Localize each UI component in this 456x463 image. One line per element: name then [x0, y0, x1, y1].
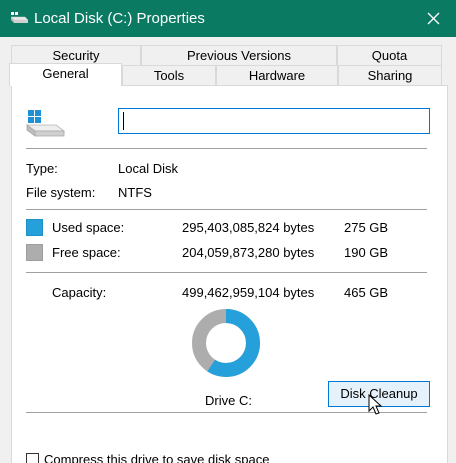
capacity-label: Capacity:	[52, 285, 107, 300]
close-button[interactable]	[410, 0, 456, 37]
compress-label[interactable]: Compress this drive to save disk space	[44, 452, 269, 463]
separator	[26, 209, 427, 210]
close-icon	[427, 12, 439, 25]
filesystem-value: NTFS	[118, 185, 152, 200]
tab-hardware[interactable]: Hardware	[216, 65, 338, 87]
free-space-bytes: 204,059,873,280 bytes	[182, 245, 315, 260]
separator	[26, 412, 427, 413]
used-space-swatch	[26, 219, 43, 236]
mouse-pointer-icon	[368, 394, 382, 415]
drive-icon	[10, 12, 29, 23]
capacity-bytes: 499,462,959,104 bytes	[182, 285, 315, 300]
type-value: Local Disk	[118, 161, 178, 176]
used-space-gb: 275 GB	[344, 220, 389, 235]
text-caret	[123, 112, 124, 130]
tab-previous-versions[interactable]: Previous Versions	[141, 45, 337, 67]
used-space-label: Used space:	[52, 220, 125, 235]
window-title: Local Disk (C:) Properties	[34, 10, 205, 27]
separator	[26, 148, 427, 149]
free-space-gb: 190 GB	[344, 245, 389, 260]
filesystem-label: File system:	[26, 185, 96, 200]
usage-donut-chart	[192, 309, 260, 377]
tab-sharing[interactable]: Sharing	[338, 65, 442, 87]
type-label: Type:	[26, 161, 58, 176]
tab-general[interactable]: General	[9, 63, 122, 86]
tab-tools[interactable]: Tools	[122, 65, 216, 87]
capacity-gb: 465 GB	[344, 285, 389, 300]
drive-icon	[26, 110, 66, 137]
separator	[26, 272, 427, 273]
free-space-swatch	[26, 244, 43, 261]
free-space-label: Free space:	[52, 245, 121, 260]
used-space-bytes: 295,403,085,824 bytes	[182, 220, 315, 235]
title-bar: Local Disk (C:) Properties	[0, 0, 456, 37]
drive-label: Drive C:	[205, 393, 252, 408]
volume-name-input[interactable]	[118, 108, 430, 134]
tab-quota[interactable]: Quota	[337, 45, 442, 67]
compress-checkbox[interactable]	[26, 453, 39, 463]
